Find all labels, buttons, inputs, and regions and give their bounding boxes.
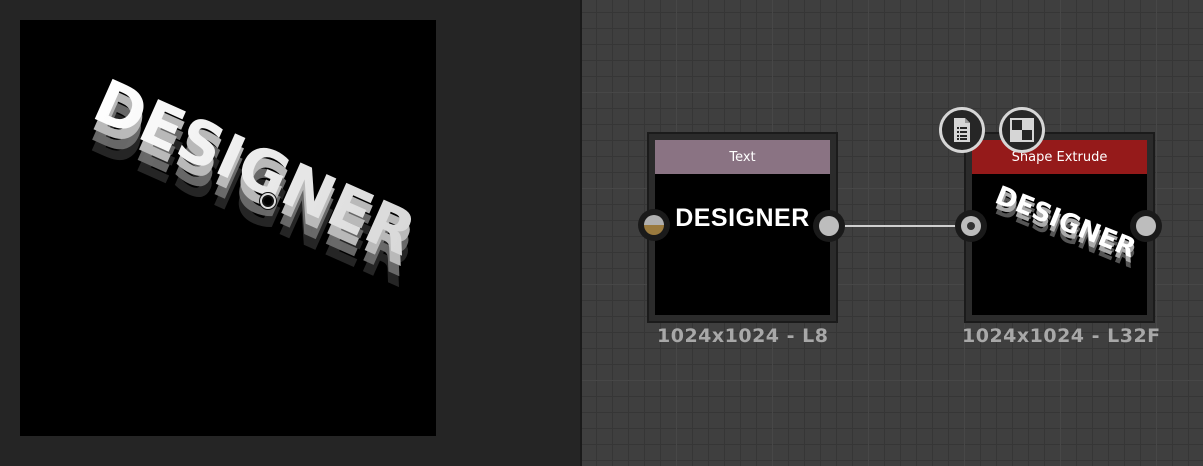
extruded-text-preview: DESIGNER DESIGNER DESIGNER DESIGNER — [81, 66, 426, 301]
port-dot — [819, 216, 839, 236]
port-dot — [644, 215, 664, 235]
shape-extrude-output-port[interactable] — [1130, 210, 1162, 242]
port-dot — [1136, 216, 1156, 236]
text-node-header[interactable]: Text — [655, 140, 830, 174]
text-node-title: Text — [729, 149, 756, 165]
shape-extrude-thumbnail: Shape Extrude DESIGNER DESIGNER DESIGNER — [972, 140, 1147, 315]
connected-indicator — [967, 222, 975, 230]
text-node-output-port[interactable] — [813, 210, 845, 242]
view-output-button[interactable] — [999, 107, 1045, 153]
text-node-thumbnail: Text DESIGNER — [655, 140, 830, 315]
2d-view-panel: DESIGNER DESIGNER DESIGNER DESIGNER — [0, 0, 580, 466]
checker-icon — [1010, 118, 1034, 142]
port-dot — [961, 216, 981, 236]
shape-extrude-node-resolution: 1024x1024 - L32F — [962, 325, 1161, 347]
open-reference-button[interactable] — [939, 107, 985, 153]
graph-view[interactable]: Text DESIGNER 1024x1024 - L8 Shape Extru… — [582, 0, 1203, 466]
2d-view-canvas[interactable]: DESIGNER DESIGNER DESIGNER DESIGNER — [20, 20, 436, 436]
text-node-resolution: 1024x1024 - L8 — [657, 325, 829, 347]
shape-extrude-input-port[interactable] — [955, 210, 987, 242]
app-window: DESIGNER DESIGNER DESIGNER DESIGNER Text… — [0, 0, 1203, 466]
text-node-preview: DESIGNER — [675, 204, 810, 232]
text-node-input-port[interactable] — [638, 209, 670, 241]
pivot-handle[interactable] — [260, 193, 276, 209]
shape-extrude-node[interactable]: Shape Extrude DESIGNER DESIGNER DESIGNER — [964, 132, 1155, 323]
shape-extrude-preview: DESIGNER DESIGNER DESIGNER — [991, 181, 1140, 275]
document-list-icon — [954, 118, 970, 142]
text-node[interactable]: Text DESIGNER — [647, 132, 838, 323]
